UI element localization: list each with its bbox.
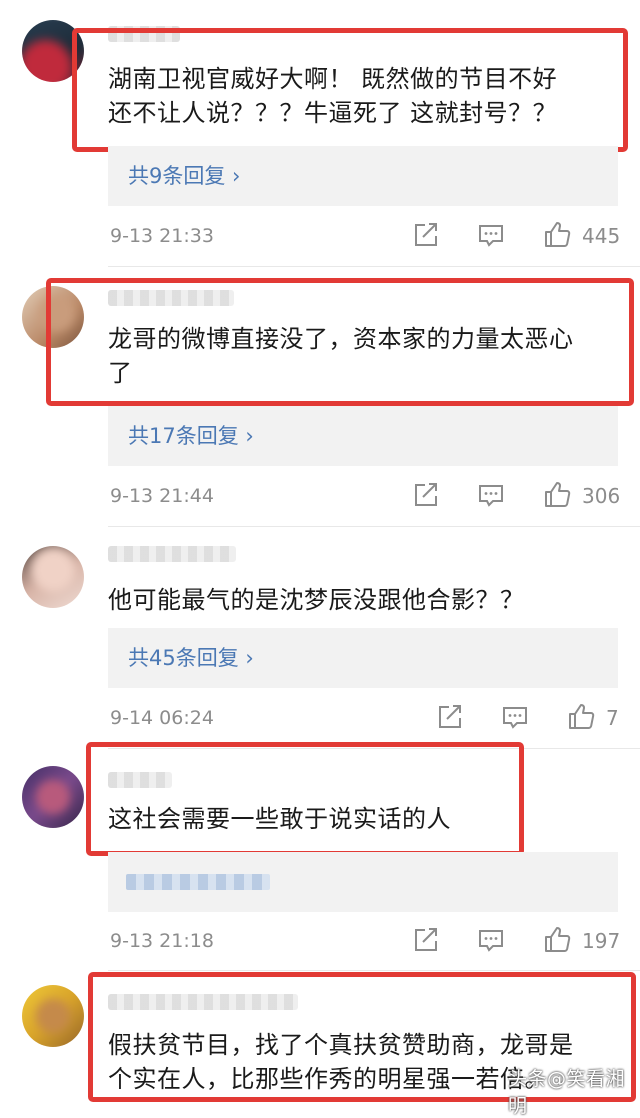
replies-placeholder xyxy=(126,874,270,890)
comment-time: 9-13 21:44 xyxy=(110,485,214,507)
divider xyxy=(108,266,640,267)
repost-icon[interactable] xyxy=(434,702,464,732)
reply-box[interactable]: 共9条回复 › xyxy=(108,146,618,206)
comment-text: 这社会需要一些敢于说实话的人 xyxy=(108,805,451,833)
like-count: 7 xyxy=(606,706,619,730)
comment-time: 9-14 06:24 xyxy=(110,707,214,729)
like-icon[interactable] xyxy=(542,479,572,509)
repost-icon[interactable] xyxy=(410,220,440,250)
avatar[interactable] xyxy=(22,546,84,608)
reply-box[interactable]: 共17条回复 › xyxy=(108,406,618,466)
comment-icon[interactable] xyxy=(476,480,506,510)
highlight-box xyxy=(86,742,524,856)
like-icon[interactable] xyxy=(542,924,572,954)
comment-time: 9-13 21:33 xyxy=(110,225,214,247)
comment-icon[interactable] xyxy=(500,702,530,732)
avatar[interactable] xyxy=(22,985,84,1047)
like-count: 306 xyxy=(582,484,621,508)
comment-text: 龙哥的微博直接没了，资本家的力量太恶心 了 xyxy=(108,325,574,387)
comment-text: 他可能最气的是沈梦辰没跟他合影？？ xyxy=(108,586,525,614)
avatar[interactable] xyxy=(22,766,84,828)
comment-time: 9-13 21:18 xyxy=(110,930,214,952)
view-replies-link[interactable]: 共45条回复 › xyxy=(128,642,254,672)
divider xyxy=(108,526,640,527)
comment-icon[interactable] xyxy=(476,925,506,955)
username[interactable] xyxy=(108,546,236,562)
like-count: 197 xyxy=(582,929,621,953)
like-count: 445 xyxy=(582,224,621,248)
repost-icon[interactable] xyxy=(410,480,440,510)
like-icon[interactable] xyxy=(566,701,596,731)
view-replies-link[interactable]: 共17条回复 › xyxy=(128,420,254,450)
view-replies-link[interactable]: 共9条回复 › xyxy=(128,160,240,190)
like-icon[interactable] xyxy=(542,219,572,249)
reply-box[interactable] xyxy=(108,852,618,912)
divider xyxy=(108,970,640,971)
comment-icon[interactable] xyxy=(476,220,506,250)
repost-icon[interactable] xyxy=(410,925,440,955)
watermark: 头条@笑看湘明 xyxy=(508,1068,626,1117)
comment-text: 湖南卫视官威好大啊！ 既然做的节目不好 还不让人说？？？牛逼死了 这就封号？？ xyxy=(108,65,558,127)
reply-box[interactable]: 共45条回复 › xyxy=(108,628,618,688)
